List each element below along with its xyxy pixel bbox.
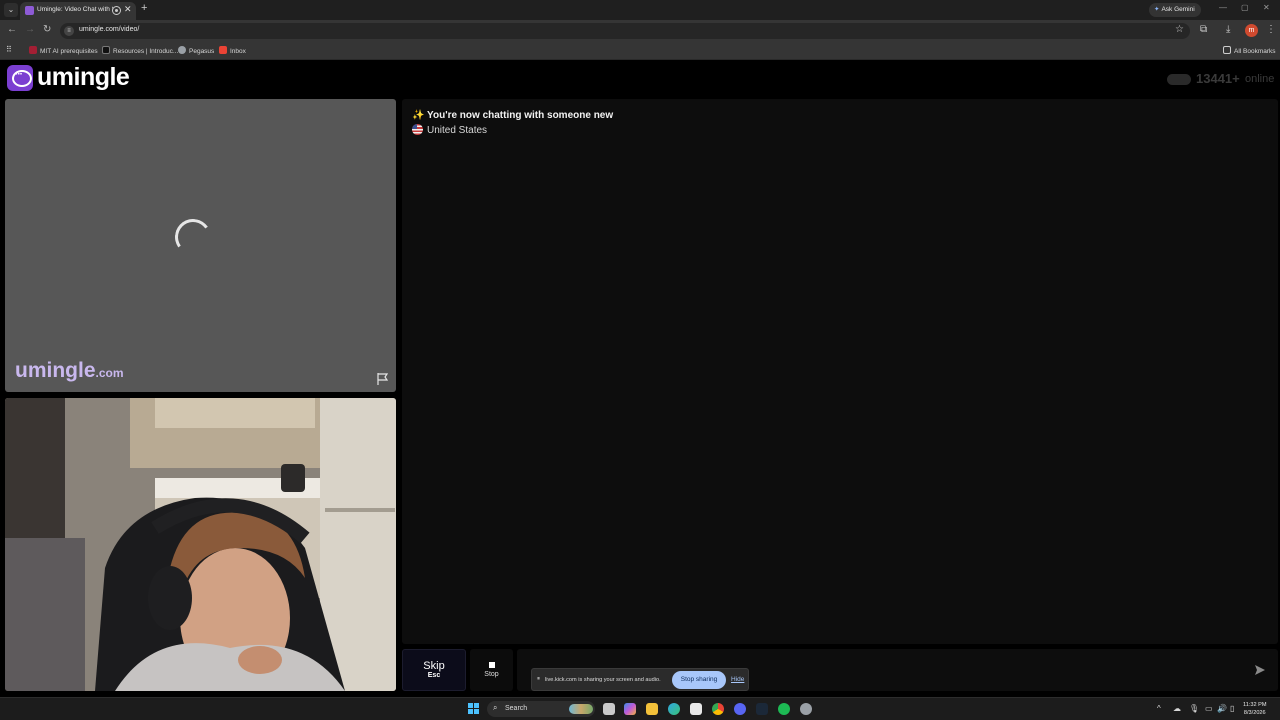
downloads-icon[interactable]: ⤓ [1226,24,1230,35]
gmail-icon [219,46,227,54]
url-text[interactable]: umingle.com/video/ [79,26,139,33]
file-explorer-icon[interactable] [646,703,658,715]
bookmark-label: MIT AI prerequisites [40,48,98,55]
bookmark-star-icon[interactable]: ☆ [1175,24,1184,35]
tab-close-button[interactable]: ✕ [124,4,132,15]
address-bar[interactable]: ≡ umingle.com/video/ ☆ [60,23,1190,39]
bookmark-item[interactable]: Pegasus [178,46,214,55]
taskbar-search-box[interactable]: ⌕ Search [487,701,595,717]
umingle-page: umingle 13441+ online umingle.com [0,61,1280,697]
maximize-window-icon[interactable]: ▢ [1241,3,1249,12]
profile-avatar[interactable]: m [1245,24,1258,37]
folder-icon [1223,46,1231,54]
skip-button[interactable]: Skip Esc [402,649,466,691]
reload-icon[interactable]: ↻ [43,24,51,35]
screen-share-notification: ⏸ live.kick.com is sharing your screen a… [531,668,749,691]
back-arrow-icon[interactable]: ← [7,24,17,35]
ask-gemini-label: Ask Gemini [1161,6,1195,13]
umingle-logo-icon[interactable] [7,65,33,91]
online-label: online [1245,73,1275,85]
browser-menu-icon[interactable]: ⋮ [1266,24,1276,35]
clock-time: 11:32 PM [1243,702,1267,708]
bookmark-label: Inbox [230,48,246,55]
search-highlight-image [569,704,593,714]
spotify-icon[interactable] [778,703,790,715]
apps-grid-icon[interactable]: ⠿ [6,45,12,54]
edge-icon[interactable] [668,703,680,715]
new-tab-button[interactable]: + [141,2,147,14]
chat-country-label: United States [427,125,488,136]
stop-label: Stop [484,671,499,678]
self-webcam-video [5,398,396,691]
umingle-favicon-icon [25,6,34,15]
browser-tab-active[interactable]: Umingle: Video Chat with S ✕ [20,2,136,20]
skip-label: Skip [423,660,445,672]
taskbar-search-label: Search [505,705,528,712]
umingle-logo-text[interactable]: umingle [37,63,130,92]
microsoft-store-icon[interactable] [690,703,702,715]
umingle-watermark: umingle.com [15,359,124,383]
site-info-icon[interactable]: ≡ [64,26,74,36]
extensions-icon[interactable]: ⧉ [1200,24,1207,35]
windows-start-icon[interactable] [468,703,480,715]
hide-share-bar-link[interactable]: Hide [731,676,744,683]
weather-icon[interactable]: ☁ [1173,704,1181,713]
browser-tab-strip: ⌄ Umingle: Video Chat with S ✕ + ✦ Ask Ge… [0,0,1280,20]
search-icon: ⌕ [493,703,498,712]
stranger-video-panel: umingle.com [5,99,396,392]
microphone-icon[interactable]: 🎙 [1189,704,1199,713]
online-indicator-toggle [1167,74,1191,85]
windows-taskbar: ⌕ Search ^ ☁ 🎙 ▭ 🔊 ▯ 11:32 PM 8/3/2026 [0,697,1280,720]
chat-system-message: ✨ You're now chatting with someone new [412,110,614,121]
battery-icon[interactable]: ▯ [1230,704,1234,713]
tray-overflow-icon[interactable]: ^ [1157,704,1161,713]
tab-search-button[interactable]: ⌄ [4,3,18,17]
minimize-window-icon[interactable]: — [1219,3,1227,12]
volume-icon[interactable]: 🔊 [1217,704,1227,713]
chat-panel: ✨ You're now chatting with someone new U… [402,99,1278,644]
watermark-name: umingle [15,359,96,382]
forward-arrow-icon[interactable]: → [25,24,35,35]
discord-icon[interactable] [734,703,746,715]
bookmarks-bar: ⠿ MIT AI prerequisites Resources | Intro… [0,42,1280,60]
report-flag-icon[interactable] [376,372,390,386]
online-count: 13441+ [1196,71,1240,86]
share-message: live.kick.com is sharing your screen and… [545,677,661,683]
bookmark-resources-icon [102,46,110,54]
clock-date: 8/3/2026 [1243,710,1266,716]
tab-recording-icon [112,6,121,15]
bookmark-item[interactable]: MIT AI prerequisites [29,46,98,55]
all-bookmarks-button[interactable]: All Bookmarks [1223,46,1276,55]
all-bookmarks-label: All Bookmarks [1234,48,1276,55]
tab-title: Umingle: Video Chat with S [37,6,113,13]
stop-button[interactable]: Stop [470,649,513,691]
loading-spinner-icon [172,216,214,258]
ask-gemini-button[interactable]: ✦ Ask Gemini [1149,3,1201,17]
settings-icon[interactable] [800,703,812,715]
bookmark-item[interactable]: Resources | Introduc... [102,46,178,55]
webcam-frame-image [5,398,396,691]
network-icon[interactable]: ▭ [1205,704,1213,713]
browser-toolbar: ← → ↻ ≡ umingle.com/video/ ☆ ⧉ ⤓ m ⋮ [0,20,1280,42]
bookmark-item[interactable]: Inbox [219,46,246,55]
watermark-domain: .com [95,366,124,380]
close-window-icon[interactable]: ✕ [1263,3,1270,12]
bookmark-pegasus-icon [178,46,186,54]
steam-icon[interactable] [756,703,768,715]
taskbar-clock[interactable]: 11:32 PM 8/3/2026 [1243,701,1267,717]
us-flag-icon [412,124,423,135]
bookmark-label: Resources | Introduc... [113,48,179,55]
stop-icon [488,662,495,668]
chat-country-line: United States [412,124,487,136]
chrome-icon[interactable] [712,703,724,715]
bookmark-label: Pegasus [189,48,215,55]
pause-icon: ⏸ [537,676,541,682]
bookmark-mit-icon [29,46,37,54]
stop-sharing-button[interactable]: Stop sharing [672,671,726,689]
gemini-sparkle-icon: ✦ [1154,6,1160,13]
send-icon[interactable] [1254,664,1266,676]
task-view-icon[interactable] [603,703,615,715]
copilot-icon[interactable] [624,703,636,715]
skip-shortcut-label: Esc [427,672,441,679]
